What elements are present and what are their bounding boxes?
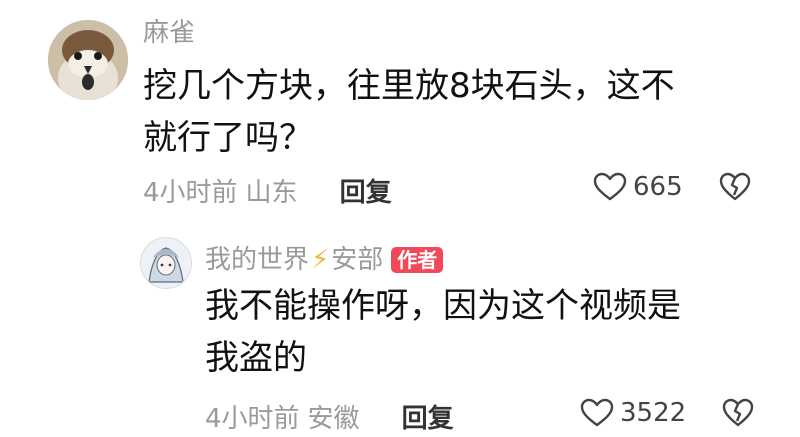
comment-username[interactable]: 麻雀 xyxy=(143,18,195,48)
reply-reply-button[interactable]: 回复 xyxy=(402,398,454,435)
reply-like-count: 3522 xyxy=(620,398,687,428)
comment-body-line: 挖几个方块，往里放8块石头，这不 xyxy=(143,66,675,106)
reply-like-button[interactable]: 3522 xyxy=(580,398,686,428)
reply-body-line: 我盗的 xyxy=(205,338,307,378)
comment-time: 4小时前 xyxy=(143,178,238,208)
author-badge: 作者 xyxy=(391,247,444,273)
reply-username-text: 安部 xyxy=(331,245,384,275)
comment-body: 挖几个方块，往里放8块石头，这不 就行了吗？ xyxy=(143,60,675,164)
broken-heart-icon xyxy=(719,172,750,201)
user-avatar[interactable] xyxy=(48,20,128,100)
heart-outline-icon xyxy=(580,398,614,427)
lightning-icon: ⚡ xyxy=(311,245,330,275)
reply-time: 4小时前 xyxy=(205,404,300,434)
reply-location: 安徽 xyxy=(307,404,360,434)
reply-actions: 3522 xyxy=(580,398,754,428)
heart-outline-icon xyxy=(593,172,627,201)
comment-location: 山东 xyxy=(245,178,298,208)
reply-username[interactable]: 我的世界 ⚡ 安部 作者 xyxy=(205,245,444,275)
reply-meta: 4小时前 安徽 回复 xyxy=(205,398,454,435)
reply-user-avatar[interactable] xyxy=(140,237,192,289)
broken-heart-icon xyxy=(722,398,754,427)
reply-body-line: 我不能操作呀，因为这个视频是 xyxy=(205,286,681,326)
sparrow-avatar-icon xyxy=(48,20,128,100)
reply-dislike-button[interactable] xyxy=(722,398,754,428)
dislike-button[interactable] xyxy=(719,172,751,202)
anime-character-avatar-icon xyxy=(141,238,191,288)
reply-body: 我不能操作呀，因为这个视频是 我盗的 xyxy=(205,280,681,384)
comment-body-line: 就行了吗？ xyxy=(143,118,313,158)
like-count: 665 xyxy=(633,172,683,202)
comment-actions: 665 xyxy=(593,172,751,202)
comment-meta: 4小时前 山东 回复 xyxy=(143,172,392,209)
reply-username-text: 我的世界 xyxy=(205,245,310,275)
like-button[interactable]: 665 xyxy=(593,172,683,202)
reply-button[interactable]: 回复 xyxy=(340,172,392,209)
